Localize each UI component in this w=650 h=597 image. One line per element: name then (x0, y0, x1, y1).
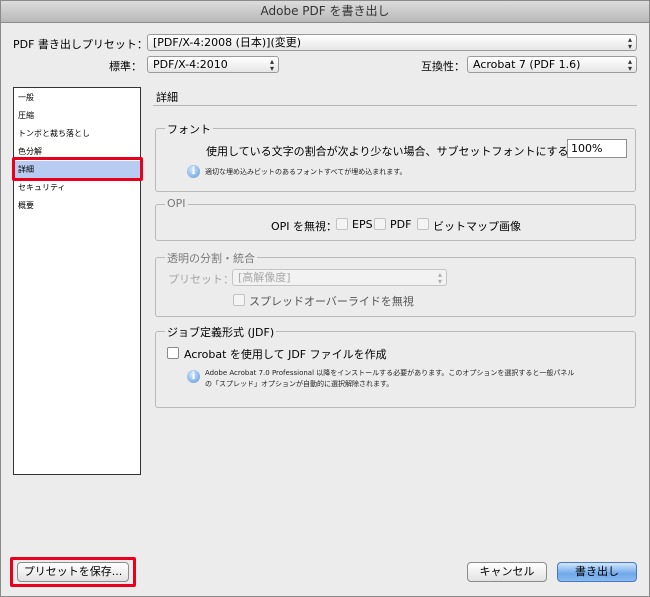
sidebar-item-compression[interactable]: 圧縮 (14, 107, 140, 125)
bitmap-checkbox[interactable] (417, 218, 429, 230)
bitmap-label: ビットマップ画像 (433, 220, 521, 233)
flattener-group-title: 透明の分割・統合 (165, 250, 257, 266)
standard-select[interactable]: PDF/X-4:2010 ▴ ▾ (147, 56, 279, 73)
flattener-preset-label: プリセット： (168, 273, 234, 286)
sidebar-item-summary[interactable]: 概要 (14, 197, 140, 215)
flattener-preset-value: [高解像度] (238, 271, 291, 284)
ignore-spread-checkbox[interactable] (233, 294, 245, 306)
compat-label: 互換性： (421, 60, 465, 73)
compat-select[interactable]: Acrobat 7 (PDF 1.6) ▴ ▾ (467, 56, 637, 73)
eps-checkbox[interactable] (336, 218, 348, 230)
fonts-note: 適切な埋め込みビットのあるフォントすべてが埋め込まれます。 (205, 168, 407, 176)
fonts-group-title: フォント (165, 121, 213, 137)
window-title: Adobe PDF を書き出し (1, 1, 649, 23)
sidebar-item-marks-bleeds[interactable]: トンボと裁ち落とし (14, 125, 140, 143)
preset-select[interactable]: [PDF/X-4:2008 (日本)](変更) ▴ ▾ (147, 34, 637, 51)
updown-arrows-icon: ▴ ▾ (437, 270, 442, 286)
category-list: 一般 圧縮 トンボと裁ち落とし 色分解 詳細 セキュリティ 概要 (13, 87, 141, 475)
panel-title: 詳細 (156, 91, 178, 104)
opi-group-title: OPI (165, 197, 188, 210)
preset-select-value: [PDF/X-4:2008 (日本)](変更) (153, 36, 302, 49)
flattener-preset-select[interactable]: [高解像度] ▴ ▾ (232, 269, 447, 286)
updown-arrows-icon: ▴ ▾ (627, 57, 632, 73)
export-pdf-dialog: Adobe PDF を書き出し PDF 書き出しプリセット： [PDF/X-4:… (0, 0, 650, 597)
fonts-group: フォント 使用している文字の割合が次より少ない場合、サブセットフォントにする： … (155, 121, 636, 192)
standard-label: 標準： (109, 60, 142, 73)
updown-arrows-icon: ▴ ▾ (269, 57, 274, 73)
subset-threshold-input[interactable]: 100% (567, 139, 627, 158)
export-button[interactable]: 書き出し (557, 562, 637, 582)
flattener-group: 透明の分割・統合 プリセット： [高解像度] ▴ ▾ スプレッドオーバーライドを無… (155, 250, 636, 317)
opi-group: OPI OPI を無視： EPS PDF ビットマップ画像 (155, 197, 636, 241)
updown-arrows-icon: ▴ ▾ (627, 35, 632, 51)
subset-label: 使用している文字の割合が次より少ない場合、サブセットフォントにする： (206, 145, 580, 158)
eps-label: EPS (352, 218, 373, 231)
create-jdf-label: Acrobat を使用して JDF ファイルを作成 (184, 348, 387, 361)
jdf-group-title: ジョブ定義形式 (JDF) (165, 324, 277, 340)
sidebar-item-general[interactable]: 一般 (14, 89, 140, 107)
preset-label: PDF 書き出しプリセット： (13, 38, 148, 51)
jdf-note-line1: Adobe Acrobat 7.0 Professional 以降をインストール… (205, 369, 575, 377)
sidebar-item-output[interactable]: 色分解 (14, 143, 140, 161)
jdf-group: ジョブ定義形式 (JDF) Acrobat を使用して JDF ファイルを作成 … (155, 324, 636, 408)
save-preset-button[interactable]: プリセットを保存... (17, 562, 129, 582)
compat-select-value: Acrobat 7 (PDF 1.6) (473, 58, 581, 71)
sidebar-item-security[interactable]: セキュリティ (14, 179, 140, 197)
title-divider (153, 105, 637, 106)
opi-omit-label: OPI を無視： (271, 220, 338, 233)
pdf-label: PDF (390, 218, 412, 231)
info-icon: i (187, 370, 200, 383)
pdf-checkbox[interactable] (374, 218, 386, 230)
standard-select-value: PDF/X-4:2010 (153, 58, 228, 71)
create-jdf-checkbox[interactable] (167, 347, 179, 359)
info-icon: i (187, 165, 200, 178)
ignore-spread-label: スプレッドオーバーライドを無視 (249, 295, 414, 308)
cancel-button[interactable]: キャンセル (467, 562, 547, 582)
jdf-note-line2: の「スプレッド」オプションが自動的に選択解除されます。 (205, 380, 394, 388)
sidebar-item-advanced[interactable]: 詳細 (14, 161, 140, 179)
